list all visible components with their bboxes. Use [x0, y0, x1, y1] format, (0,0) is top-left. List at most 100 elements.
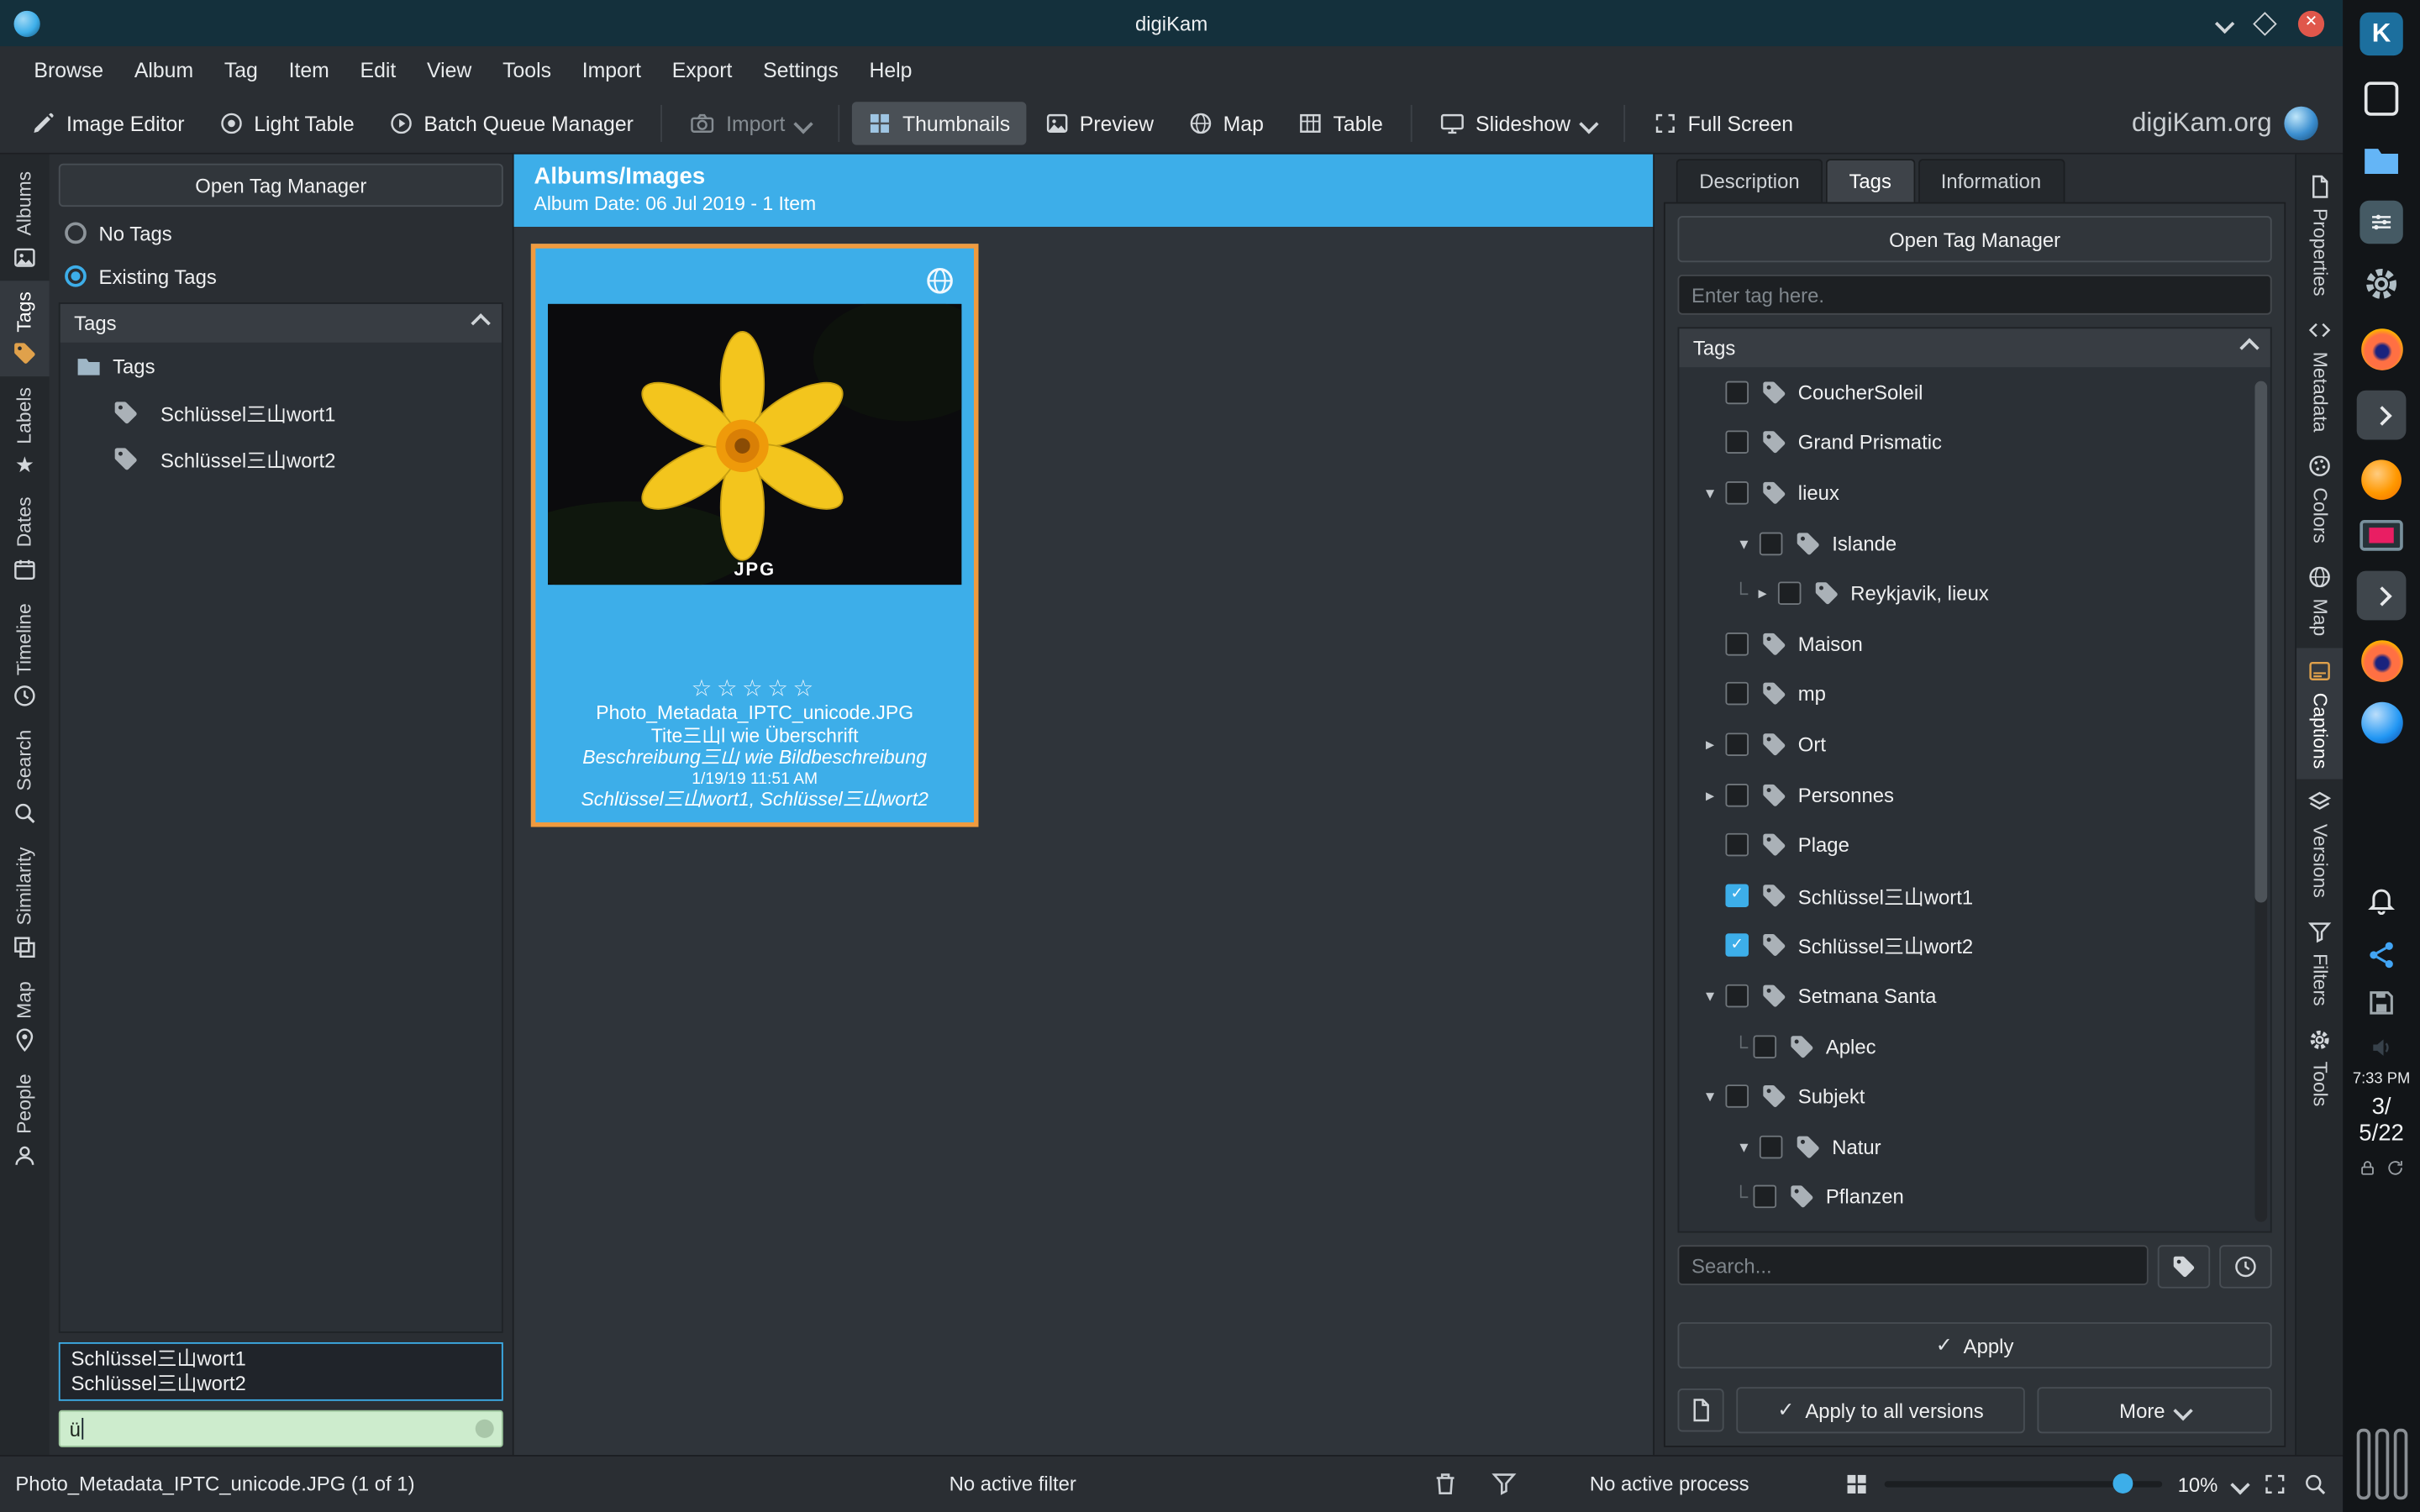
quick-tag-input[interactable]: ü	[59, 1410, 503, 1447]
checkbox[interactable]: ✓	[1725, 381, 1749, 404]
thumbnails-button[interactable]: Thumbnails	[851, 102, 1025, 144]
full-screen-button[interactable]: Full Screen	[1637, 102, 1808, 144]
existing-tags-radio[interactable]	[65, 265, 87, 287]
tag-tree-item[interactable]: ▾✓Islande	[1679, 518, 2270, 569]
thumbnail-size-icon[interactable]	[1844, 1472, 1869, 1496]
network-sphere-icon[interactable]	[2360, 702, 2402, 744]
zoom-100-icon[interactable]	[2302, 1472, 2327, 1496]
sidebar-tab-map[interactable]: Map	[2296, 554, 2343, 648]
image-editor-button[interactable]: Image Editor	[15, 102, 200, 144]
light-table-button[interactable]: Light Table	[203, 102, 370, 144]
dock-date-line2[interactable]: 5/22	[2359, 1120, 2404, 1146]
sidebar-tab-versions[interactable]: Versions	[2296, 779, 2343, 908]
completion-item[interactable]: Schlüssel三山wort2	[71, 1372, 491, 1396]
storage-icon[interactable]	[2366, 988, 2397, 1023]
more-button[interactable]: More	[2037, 1387, 2271, 1433]
tab-description[interactable]: Description	[1676, 159, 1823, 202]
panel-expand-icon[interactable]	[2357, 391, 2407, 440]
expander-open-icon[interactable]: ▾	[1706, 483, 1714, 503]
checkbox[interactable]: ✓	[1725, 633, 1749, 656]
tag-tree-item[interactable]: ✓Plage	[1679, 820, 2270, 870]
apply-button[interactable]: ✓Apply	[1678, 1322, 2272, 1368]
enter-tag-input[interactable]	[1678, 275, 2272, 315]
preview-button[interactable]: Preview	[1028, 102, 1169, 144]
screen-share-icon[interactable]	[2360, 520, 2402, 551]
slideshow-button[interactable]: Slideshow	[1424, 102, 1610, 144]
checkbox[interactable]: ✓	[1725, 481, 1749, 505]
menu-view[interactable]: View	[412, 51, 487, 90]
left-tags-tree-header[interactable]: Tags	[60, 304, 502, 343]
recent-tags-button[interactable]	[2219, 1245, 2271, 1288]
sidebar-tab-similarity[interactable]: Similarity	[0, 836, 50, 969]
sidebar-tab-metadata[interactable]: Metadata	[2296, 307, 2343, 443]
checkbox[interactable]: ✓	[1725, 884, 1749, 907]
checkbox[interactable]: ✓	[1778, 582, 1802, 606]
thumbnail-selected[interactable]: JPG ☆☆☆☆☆ Photo_Metadata_IPTC_unicode.JP…	[531, 244, 979, 827]
tag-tree-item[interactable]: └✓Aplec	[1679, 1021, 2270, 1071]
sidebar-tab-albums[interactable]: Albums	[0, 160, 50, 281]
checkbox[interactable]: ✓	[1725, 732, 1749, 756]
tag-tree-item[interactable]: ✓Maison	[1679, 618, 2270, 669]
close-button[interactable]: ✕	[2298, 10, 2324, 36]
no-tags-radio-row[interactable]: No Tags	[59, 216, 503, 249]
checkbox[interactable]: ✓	[1725, 783, 1749, 806]
display-settings-icon[interactable]	[2360, 201, 2402, 244]
tag-completion-popup[interactable]: Schlüssel三山wort1 Schlüssel三山wort2	[59, 1342, 503, 1401]
virtual-desktop-icon[interactable]	[2365, 81, 2398, 115]
rating-stars[interactable]: ☆☆☆☆☆	[535, 677, 974, 701]
tree-scrollbar[interactable]	[2254, 381, 2267, 1222]
zoom-slider-handle[interactable]	[2112, 1473, 2133, 1494]
tag-tree-item[interactable]: ▾✓Setmana Santa	[1679, 971, 2270, 1021]
zoom-slider[interactable]	[1885, 1481, 2163, 1487]
table-button[interactable]: Table	[1282, 102, 1398, 144]
zoom-percent[interactable]: 10%	[2178, 1473, 2218, 1496]
refresh-icon[interactable]	[2386, 1158, 2405, 1177]
checkbox[interactable]: ✓	[1725, 1084, 1749, 1108]
checkbox[interactable]: ✓	[1725, 682, 1749, 706]
existing-tags-radio-row[interactable]: Existing Tags	[59, 260, 503, 293]
no-tags-radio[interactable]	[65, 222, 87, 244]
open-tag-manager-button-right[interactable]: Open Tag Manager	[1678, 216, 2272, 262]
menu-browse[interactable]: Browse	[18, 51, 118, 90]
sidebar-tab-filters[interactable]: Filters	[2296, 909, 2343, 1017]
menu-help[interactable]: Help	[854, 51, 928, 90]
panel-expand-icon-2[interactable]	[2357, 571, 2407, 621]
checkbox[interactable]: ✓	[1754, 1035, 1777, 1058]
tag-tree-item[interactable]: Schlüssel三山wort2	[60, 435, 502, 481]
filter-funnel-icon[interactable]	[1491, 1470, 1517, 1496]
dock-clock-time[interactable]: 7:33 PM	[2353, 1071, 2410, 1088]
batch-queue-button[interactable]: Batch Queue Manager	[373, 102, 649, 144]
checkbox[interactable]: ✓	[1760, 532, 1783, 555]
sidebar-tab-timeline[interactable]: Timeline	[0, 592, 50, 720]
tag-search-input[interactable]	[1678, 1245, 2149, 1285]
browser-orange-icon[interactable]	[2361, 459, 2402, 500]
tag-tree-item[interactable]: ▸✓Personnes	[1679, 769, 2270, 820]
tag-tree-item[interactable]: ▾✓Natur	[1679, 1121, 2270, 1172]
tab-information[interactable]: Information	[1918, 159, 2065, 202]
window-button[interactable]	[2393, 1429, 2407, 1499]
checkbox[interactable]: ✓	[1725, 934, 1749, 958]
kde-launcher-icon[interactable]: K	[2360, 13, 2402, 55]
fit-window-icon[interactable]	[2263, 1472, 2287, 1496]
sidebar-tab-people[interactable]: People	[0, 1063, 50, 1179]
tag-tree-root[interactable]: Tags	[60, 343, 502, 389]
expander-open-icon[interactable]: ▾	[1706, 986, 1714, 1006]
sidebar-tab-properties[interactable]: Properties	[2296, 164, 2343, 307]
titlebar[interactable]: digiKam ✕	[0, 0, 2343, 46]
volume-icon[interactable]	[2369, 1035, 2393, 1064]
edit-metadata-button[interactable]	[1678, 1389, 1724, 1431]
checkbox[interactable]: ✓	[1725, 431, 1749, 454]
maximize-icon[interactable]	[2253, 11, 2277, 35]
sidebar-tab-captions[interactable]: Captions	[2296, 648, 2343, 780]
apply-all-versions-button[interactable]: ✓Apply to all versions	[1736, 1387, 2024, 1433]
menu-edit[interactable]: Edit	[345, 51, 411, 90]
scrollbar-handle[interactable]	[2254, 381, 2267, 903]
expander-closed-icon[interactable]: ▸	[1706, 734, 1714, 754]
checkbox[interactable]: ✓	[1754, 1185, 1777, 1209]
menu-item[interactable]: Item	[273, 51, 345, 90]
lock-icon[interactable]	[2359, 1158, 2377, 1177]
firefox-icon-2[interactable]	[2360, 640, 2402, 682]
menu-export[interactable]: Export	[656, 51, 747, 90]
album-body[interactable]: JPG ☆☆☆☆☆ Photo_Metadata_IPTC_unicode.JP…	[514, 227, 1654, 1457]
firefox-icon[interactable]	[2360, 328, 2402, 370]
